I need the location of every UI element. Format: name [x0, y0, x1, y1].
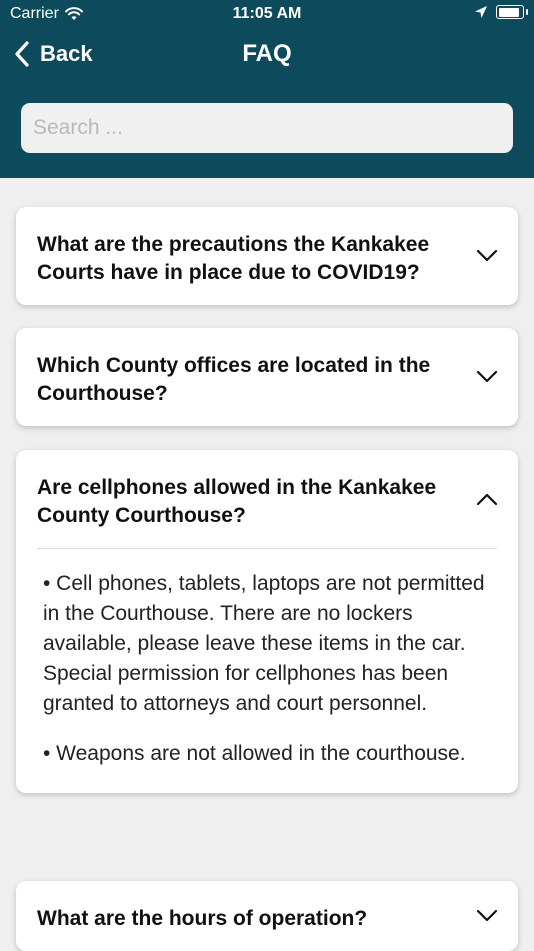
app-header: Carrier 11:05 AM Back FAQ: [0, 0, 534, 178]
faq-question: What are the precautions the Kankakee Co…: [37, 233, 430, 284]
faq-question: Which County offices are located in the …: [37, 354, 431, 405]
status-time: 11:05 AM: [232, 5, 302, 22]
faq-item-covid: What are the precautions the Kankakee Co…: [16, 207, 518, 305]
faq-list: What are the precautions the Kankakee Co…: [0, 178, 534, 951]
battery-icon: [496, 5, 528, 19]
location-arrow-icon: [475, 6, 487, 18]
faq-item-header[interactable]: What are the precautions the Kankakee Co…: [16, 207, 518, 305]
faq-item-hours: What are the hours of operation?: [16, 881, 518, 951]
status-right-icons: [474, 5, 528, 19]
faq-answer-paragraph: • Cell phones, tablets, laptops are not …: [43, 572, 485, 715]
faq-question: What are the hours of operation?: [37, 907, 368, 930]
chevron-down-icon: [476, 370, 498, 383]
faq-item-cellphones: Are cellphones allowed in the Kankakee C…: [16, 450, 518, 793]
nav-bar: Back FAQ: [0, 30, 534, 78]
search-input[interactable]: [21, 103, 513, 153]
faq-answer-paragraph: • Weapons are not allowed in the courtho…: [43, 742, 466, 765]
faq-item-offices: Which County offices are located in the …: [16, 328, 518, 426]
faq-question: Are cellphones allowed in the Kankakee C…: [37, 476, 437, 527]
status-bar: Carrier 11:05 AM: [0, 0, 534, 28]
faq-item-header[interactable]: Are cellphones allowed in the Kankakee C…: [16, 450, 518, 548]
chevron-down-icon: [476, 909, 498, 922]
faq-answer: • Cell phones, tablets, laptops are not …: [16, 549, 518, 793]
page-title: FAQ: [242, 40, 292, 67]
faq-item-header[interactable]: What are the hours of operation?: [16, 881, 518, 951]
chevron-up-icon: [476, 493, 498, 506]
chevron-down-icon: [476, 249, 498, 262]
faq-item-header[interactable]: Which County offices are located in the …: [16, 328, 518, 426]
